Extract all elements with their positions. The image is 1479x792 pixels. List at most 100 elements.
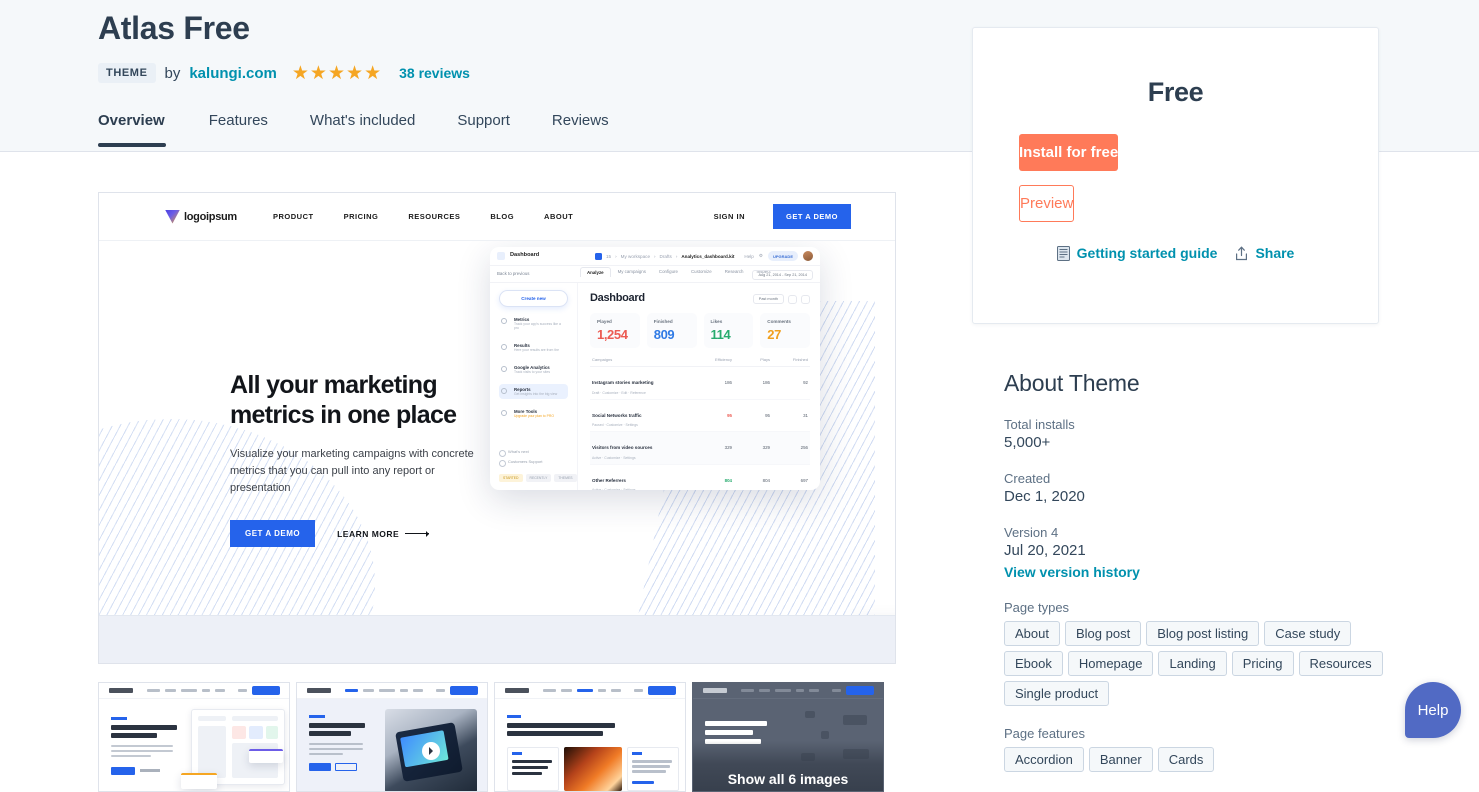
grid-icon: [595, 253, 602, 260]
campaign-name: Other Referrers: [592, 478, 626, 483]
sidebar-item-sub: Track your app's success like a pro: [514, 322, 564, 330]
crumb-sep: ›: [676, 254, 678, 259]
dashboard-tabs: Analyze My campaigns Configure Customize…: [586, 269, 771, 275]
nav-item: [611, 689, 621, 692]
campaign-name: Visitors from video sources: [592, 445, 652, 450]
nav-item: [775, 689, 791, 692]
by-label: by: [165, 65, 181, 82]
hero-nav-blog: BLOG: [490, 212, 514, 221]
thumb-navbar: [693, 683, 883, 699]
sidebar-item-sub: Get insights into the big view: [514, 392, 564, 396]
nav-item: [215, 689, 225, 692]
chip-page-type: About: [1004, 621, 1060, 646]
card-line: [512, 772, 542, 775]
dashboard-breadcrumb: 15 › My workspace › Drafts › Analytics_d…: [595, 253, 734, 260]
thumb-button: [111, 767, 135, 775]
page-types-label: Page types: [1004, 600, 1404, 615]
thumbnail-4[interactable]: Show all 6 images: [692, 682, 884, 792]
table-row: Other Referrers Active · Customize · Set…: [590, 465, 810, 491]
getting-started-guide-link[interactable]: Getting started guide: [1057, 245, 1218, 261]
dashboard-upgrade-button: UPGRADE: [768, 251, 798, 261]
avatar: [803, 251, 813, 261]
cell-efficiency: 186: [694, 380, 732, 385]
dashboard-sidebar-bottom: What's next Customers Support: [499, 444, 542, 464]
col-campaigns: Campaigns: [592, 357, 694, 362]
tab-reviews[interactable]: Reviews: [531, 112, 630, 147]
hero-logo-text: logoipsum: [184, 211, 237, 223]
thumb-headline: [507, 723, 615, 739]
page-features-label: Page features: [1004, 726, 1404, 741]
dashboard-filters: Past month: [753, 294, 810, 304]
nav-item: [759, 689, 770, 692]
crumb-sep: ›: [615, 254, 617, 259]
card-line: [512, 760, 552, 763]
thumb-headline: [111, 725, 177, 741]
thumbnail-1[interactable]: [98, 682, 290, 792]
theme-badge: THEME: [98, 63, 156, 83]
preview-button[interactable]: Preview: [1019, 185, 1074, 222]
nav-item: [741, 689, 754, 692]
thumb-navbar: [99, 683, 289, 699]
nav-item: [561, 689, 572, 692]
card-line: [632, 765, 670, 768]
created-value: Dec 1, 2020: [1004, 488, 1404, 505]
card-line: [632, 781, 654, 784]
hero-sign-in: SIGN IN: [714, 212, 745, 221]
share-link[interactable]: Share: [1235, 245, 1294, 261]
campaigns-table: Campaigns Efficiency Plays Finished Inst…: [590, 357, 810, 490]
kpi-value: 27: [767, 327, 803, 342]
tab-overview[interactable]: Overview: [98, 112, 188, 147]
tab-whats-included[interactable]: What's included: [289, 112, 436, 147]
nav-item: [598, 689, 606, 692]
star-icon: ★: [364, 64, 381, 83]
nav-signin: [832, 689, 841, 692]
reports-icon: [501, 388, 507, 394]
install-for-free-button[interactable]: Install for free: [1019, 134, 1118, 171]
about-theme-panel: About Theme Total installs 5,000+ Create…: [1004, 370, 1404, 772]
crumb-drafts: Drafts: [660, 254, 672, 259]
thumb-navbar: [495, 683, 685, 699]
hero-copy: All your marketing metrics in one place …: [230, 371, 480, 547]
kpi-label: Likes: [711, 319, 747, 324]
col-plays: Plays: [732, 357, 770, 362]
kpi-card: Played 1,254: [590, 313, 640, 348]
dashboard-tab-customize: Customize: [691, 269, 712, 275]
chip-page-type: Blog post listing: [1146, 621, 1259, 646]
purchase-card: Free Install for free Preview Getting st…: [972, 27, 1379, 324]
chip-page-feature: Cards: [1158, 747, 1215, 772]
thumbnail-2[interactable]: [296, 682, 488, 792]
nav-item: [165, 689, 176, 692]
show-all-images-overlay[interactable]: Show all 6 images: [693, 741, 883, 791]
kpi-label: Comments: [767, 319, 803, 324]
hero-nav-resources: RESOURCES: [408, 212, 460, 221]
dashboard-sidebar-item: Metrics Track your app's success like a …: [499, 314, 568, 333]
dashboard-app-title: Dashboard: [510, 252, 539, 258]
thumb-button: [309, 763, 331, 771]
view-version-history-link[interactable]: View version history: [1004, 564, 1404, 580]
kpi-label: Finished: [654, 319, 690, 324]
author-link[interactable]: kalungi.com: [189, 65, 277, 82]
thumb-body: [99, 699, 289, 791]
card-line: [632, 770, 666, 773]
arrow-right-icon: [405, 533, 429, 534]
nav-item: [809, 689, 819, 692]
cell-efficiency: 329: [694, 445, 732, 450]
logo-mark-icon: [165, 210, 180, 224]
thumb-mqls-card: [249, 749, 283, 763]
cell-plays: 329: [732, 445, 770, 450]
sidebar-item-sub: Upgrade your plan to PRO: [514, 414, 564, 418]
screenshot-gallery[interactable]: logoipsum PRODUCT PRICING RESOURCES BLOG…: [98, 192, 896, 664]
campaign-sub: Active · Customize · Settings: [592, 456, 694, 460]
cell-plays: 95: [732, 413, 770, 418]
page-types-chips: About Blog post Blog post listing Case s…: [1004, 621, 1404, 706]
eyebrow: [309, 715, 325, 718]
tab-support[interactable]: Support: [436, 112, 531, 147]
kpi-value: 809: [654, 327, 690, 342]
kpi-value: 1,254: [597, 327, 633, 342]
page-title: Atlas Free: [98, 10, 250, 47]
reviews-link[interactable]: 38 reviews: [399, 65, 470, 81]
table-row: Social Networks traffic Paused · Customi…: [590, 400, 810, 433]
help-button[interactable]: Help: [1405, 682, 1461, 738]
tab-features[interactable]: Features: [188, 112, 289, 147]
thumbnail-3[interactable]: [494, 682, 686, 792]
